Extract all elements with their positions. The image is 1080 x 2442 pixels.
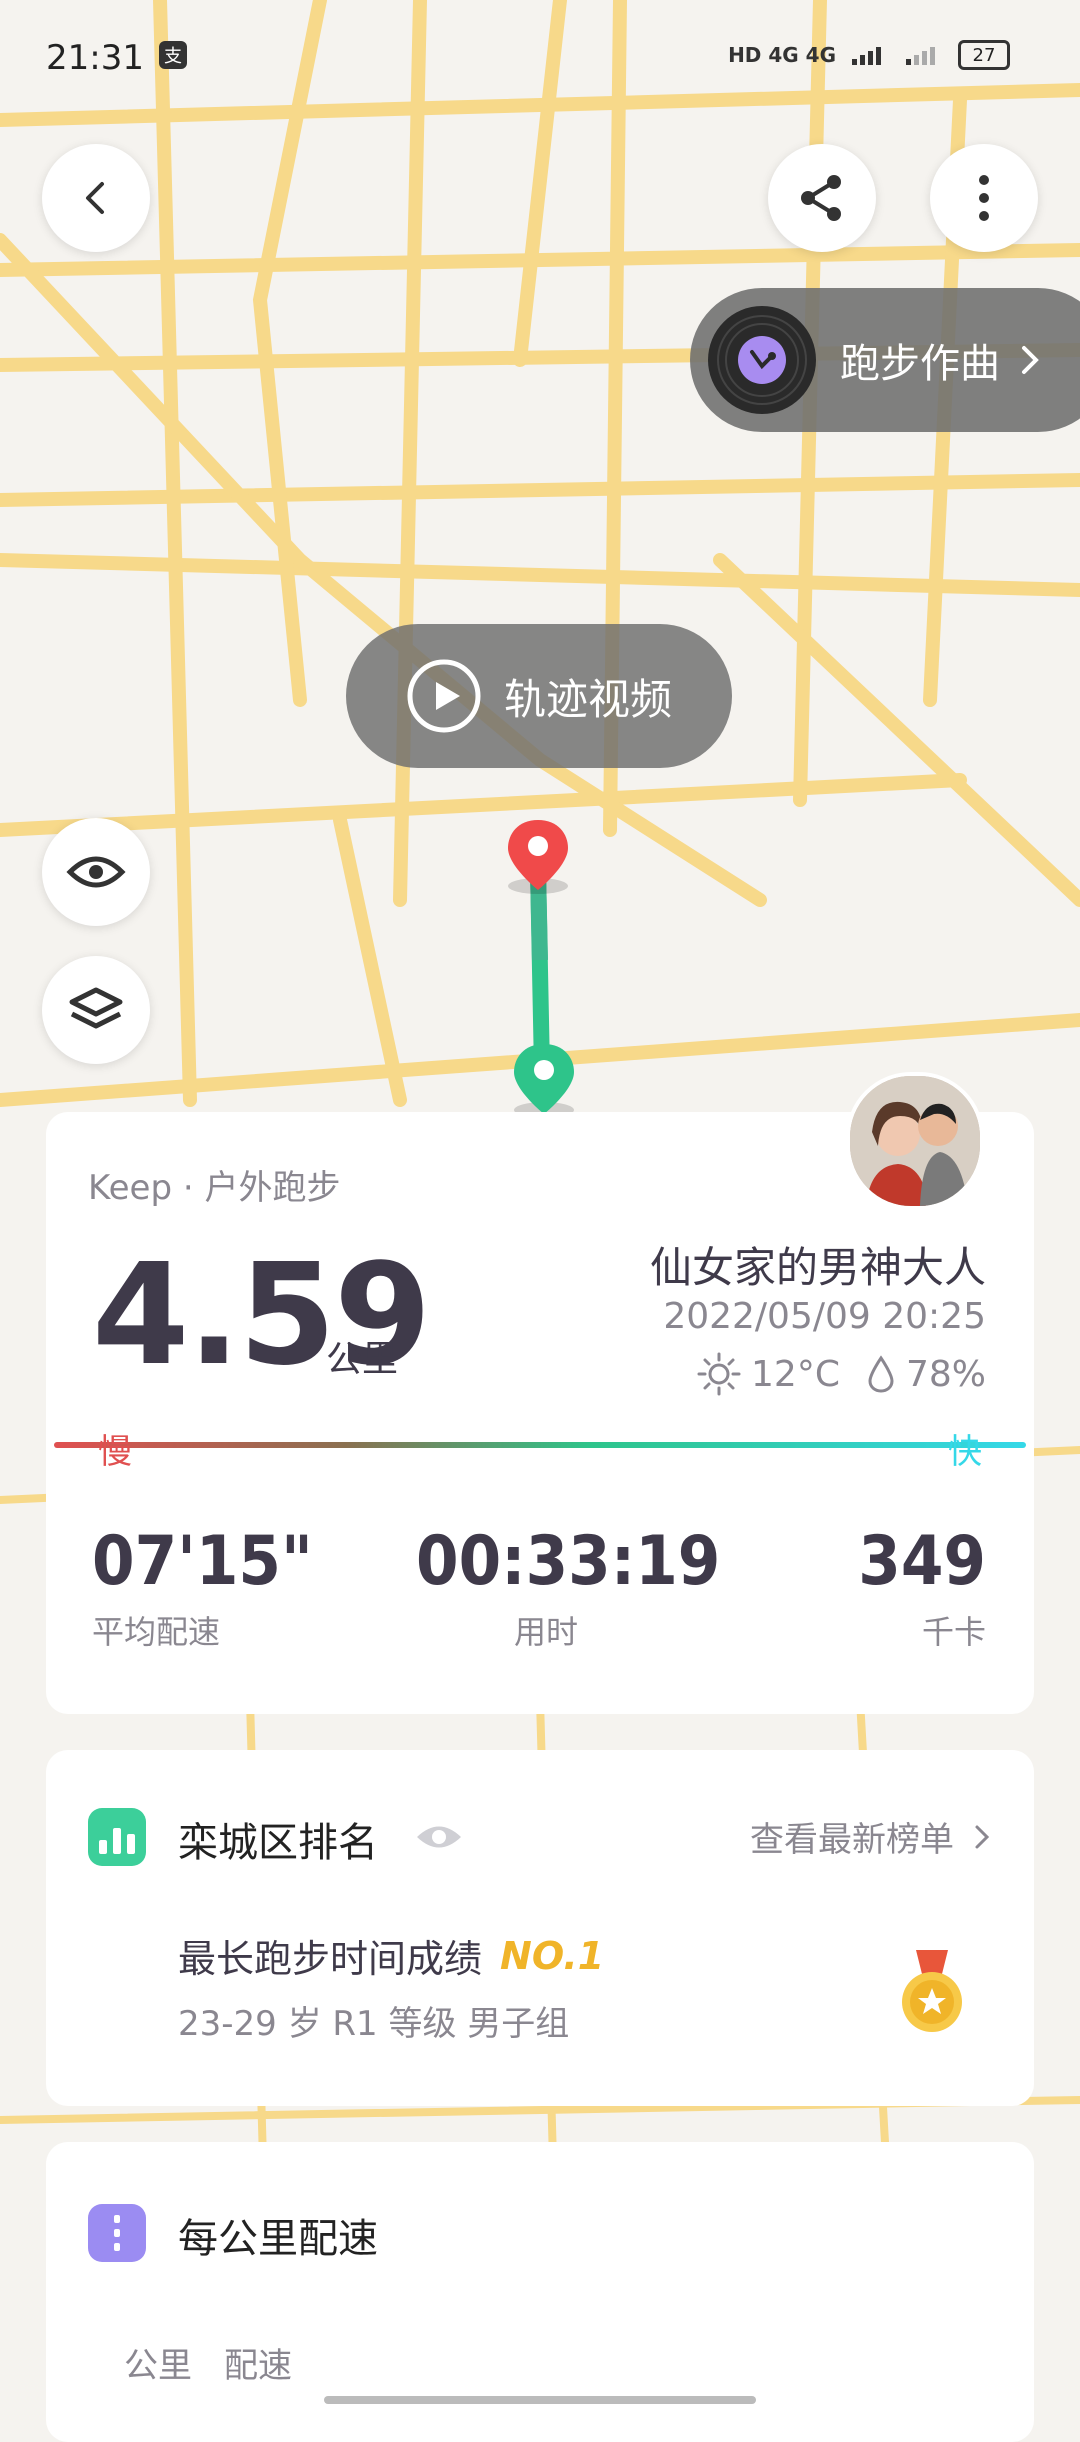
pace-column-km: 公里 xyxy=(124,2346,192,2386)
humidity: 78% xyxy=(905,1353,986,1395)
avatar[interactable] xyxy=(846,1072,984,1210)
pace-title: 每公里配速 xyxy=(178,2216,378,2262)
eye-icon xyxy=(66,856,126,888)
stat-calories: 349 千卡 xyxy=(858,1522,986,1653)
battery-icon: 27 xyxy=(958,40,1010,70)
humidity-drop-icon xyxy=(868,1355,894,1393)
achievement-text: 最长跑步时间成绩 xyxy=(178,1937,483,1981)
run-source: Keep · 户外跑步 xyxy=(88,1168,341,1208)
track-video-label: 轨迹视频 xyxy=(503,674,672,724)
chevron-right-icon xyxy=(1022,346,1039,374)
weather: 12°C 78% xyxy=(697,1352,986,1396)
running-music-label: 跑步作曲 xyxy=(840,341,1000,387)
alipay-icon: 支 xyxy=(158,40,188,70)
signal-icon xyxy=(852,47,881,65)
more-vertical-icon xyxy=(979,175,989,221)
run-datetime: 2022/05/09 20:25 xyxy=(663,1296,986,1337)
ranking-title: 栾城区排名 xyxy=(178,1820,378,1866)
track-video-button[interactable]: 轨迹视频 xyxy=(346,624,732,768)
view-latest-ranking-link[interactable]: 查看最新榜单 xyxy=(750,1812,990,1861)
pace-icon xyxy=(88,2204,146,2262)
slow-label: 慢 xyxy=(98,1432,132,1472)
duration-label: 用时 xyxy=(513,1613,578,1651)
fast-label: 快 xyxy=(948,1432,982,1472)
layers-icon xyxy=(69,987,123,1029)
pace-column-pace: 配速 xyxy=(224,2346,292,2386)
more-button[interactable] xyxy=(930,144,1038,252)
achievement-row: 最长跑步时间成绩 NO.1 xyxy=(178,1928,604,1983)
average-pace-value: 07'15" xyxy=(92,1522,313,1601)
visibility-toggle-button[interactable] xyxy=(42,818,150,926)
chevron-right-icon xyxy=(975,1825,990,1848)
map-layers-button[interactable] xyxy=(42,956,150,1064)
ranking-card[interactable]: 栾城区排名 查看最新榜单 最长跑步时间成绩 NO.1 23-29 岁 R1 等级… xyxy=(46,1750,1034,2106)
temperature: 12°C xyxy=(751,1353,840,1395)
calories-label: 千卡 xyxy=(921,1613,986,1651)
pace-gradient-bar xyxy=(54,1442,1026,1448)
user-name: 仙女家的男神大人 xyxy=(649,1243,986,1292)
route-end-pin xyxy=(508,820,568,894)
duration-value: 00:33:19 xyxy=(416,1522,721,1601)
sun-icon xyxy=(697,1352,741,1396)
route-start-pin xyxy=(514,1044,574,1118)
run-summary-card: Keep · 户外跑步 4.59 公里 仙女家的男神大人 2022/05/09 … xyxy=(46,1072,1034,1714)
battery-level: 27 xyxy=(972,44,996,66)
group-text: 23-29 岁 R1 等级 男子组 xyxy=(178,2004,570,2044)
stat-duration: 00:33:19 用时 xyxy=(416,1522,721,1653)
share-icon xyxy=(801,175,841,221)
stat-average-pace: 07'15" 平均配速 xyxy=(92,1522,313,1653)
rank-badge: NO.1 xyxy=(500,1933,605,1978)
back-button[interactable] xyxy=(42,144,150,252)
ranking-icon xyxy=(88,1808,146,1866)
medal-icon xyxy=(902,1950,962,2032)
average-pace-label: 平均配速 xyxy=(92,1613,221,1651)
svg-text:支: 支 xyxy=(164,46,182,67)
signal-icon-2 xyxy=(906,47,935,65)
eye-icon[interactable] xyxy=(414,1820,464,1854)
calories-value: 349 xyxy=(858,1522,986,1601)
status-indicators: HD 4G 4G 27 xyxy=(728,40,1010,70)
share-button[interactable] xyxy=(768,144,876,252)
distance-unit: 公里 xyxy=(326,1339,399,1380)
status-time: 21:31 xyxy=(46,38,144,78)
play-circle-icon xyxy=(407,659,481,733)
vinyl-record-icon xyxy=(708,306,816,414)
running-music-button[interactable]: 跑步作曲 xyxy=(690,288,1080,432)
chevron-left-icon xyxy=(86,182,104,214)
network-icon: HD 4G 4G xyxy=(728,43,836,67)
home-indicator[interactable] xyxy=(324,2396,756,2404)
view-latest-label: 查看最新榜单 xyxy=(750,1820,954,1860)
